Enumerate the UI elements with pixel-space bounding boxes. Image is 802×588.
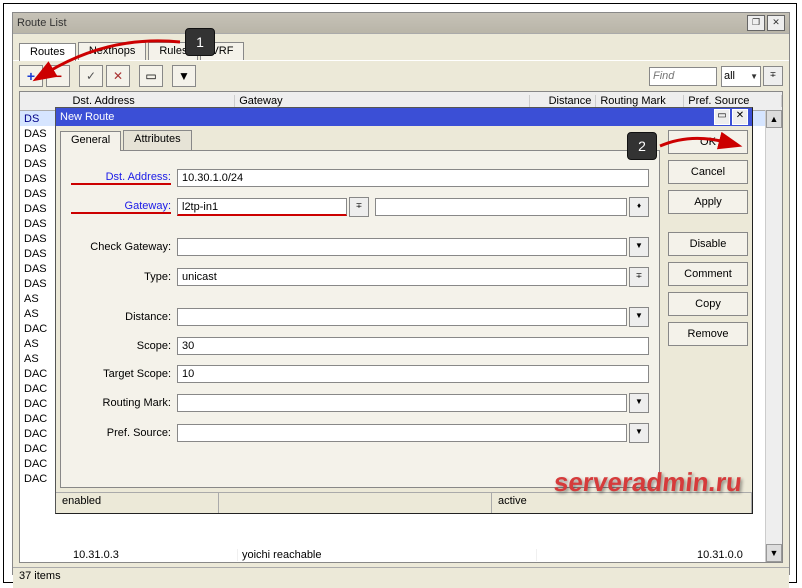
target-scope-input[interactable]: [177, 365, 649, 383]
annotation-arrow-2: [655, 128, 735, 158]
disable-button[interactable]: Disable: [668, 232, 748, 256]
filter-next-button[interactable]: ∓: [763, 66, 783, 86]
gateway-more-icon[interactable]: ♦: [629, 197, 649, 217]
scroll-down-icon[interactable]: ▼: [766, 544, 782, 562]
comment-button[interactable]: Comment: [668, 262, 748, 286]
new-route-title: New Route: [60, 111, 114, 123]
distance-toggle-icon[interactable]: ▼: [629, 307, 649, 327]
type-dropdown-icon[interactable]: ∓: [629, 267, 649, 287]
close-icon[interactable]: ✕: [732, 109, 748, 125]
label-distance: Distance:: [71, 311, 171, 323]
col-distance[interactable]: Distance: [530, 95, 596, 107]
label-pref-source: Pref. Source:: [71, 427, 171, 439]
new-route-statusbar: enabled active: [56, 492, 752, 513]
route-list-status: 37 items: [13, 567, 789, 588]
row-dst: 10.31.0.3: [73, 549, 119, 561]
annotation-badge-1: 1: [185, 28, 215, 56]
col-pref-source[interactable]: Pref. Source: [684, 95, 782, 107]
copy-button[interactable]: Copy: [668, 292, 748, 316]
general-panel: Dst. Address: Gateway: ∓ ♦ Check Gateway…: [60, 150, 660, 488]
col-dst-address[interactable]: Dst. Address: [68, 95, 235, 107]
close-button[interactable]: ✕: [767, 15, 785, 31]
filter-all-label: all: [724, 70, 735, 82]
gateway-dropdown-icon[interactable]: ∓: [349, 197, 369, 217]
status-empty: [219, 493, 492, 513]
distance-input[interactable]: [177, 308, 627, 326]
routing-mark-input[interactable]: [177, 394, 627, 412]
cancel-button[interactable]: Cancel: [668, 160, 748, 184]
new-route-tabs: General Attributes: [60, 130, 660, 150]
label-type: Type:: [71, 271, 171, 283]
route-list-title: Route List: [17, 17, 67, 29]
routing-mark-dropdown-icon[interactable]: ▼: [629, 393, 649, 413]
scope-input[interactable]: [177, 337, 649, 355]
dst-address-input[interactable]: [177, 169, 649, 187]
gateway-status-input[interactable]: [375, 198, 627, 216]
scroll-up-icon[interactable]: ▲: [766, 110, 782, 128]
gateway-input[interactable]: [177, 198, 347, 216]
row-ps: 10.31.0.0: [697, 549, 743, 561]
check-gateway-input[interactable]: [177, 238, 627, 256]
status-enabled: enabled: [56, 493, 219, 513]
label-check-gateway: Check Gateway:: [71, 241, 171, 253]
col-gateway[interactable]: Gateway: [235, 95, 530, 107]
row-gw: yoichi reachable: [242, 549, 322, 561]
label-target-scope: Target Scope:: [71, 368, 171, 380]
chevron-down-icon: ▼: [750, 72, 758, 81]
label-scope: Scope:: [71, 340, 171, 352]
pref-source-dropdown-icon[interactable]: ▼: [629, 423, 649, 443]
remove-button[interactable]: Remove: [668, 322, 748, 346]
status-active: active: [492, 493, 752, 513]
scrollbar-vertical[interactable]: ▲ ▼: [765, 110, 782, 562]
restore-button[interactable]: ❐: [747, 15, 765, 31]
check-gateway-dropdown-icon[interactable]: ▼: [629, 237, 649, 257]
filter-all-select[interactable]: all ▼: [721, 66, 761, 87]
annotation-badge-2: 2: [627, 132, 657, 160]
label-gateway[interactable]: Gateway:: [71, 200, 171, 214]
new-route-dialog: New Route ▭ ✕ General Attributes Dst. Ad…: [55, 107, 753, 514]
col-routing-mark[interactable]: Routing Mark: [596, 95, 684, 107]
tab-general[interactable]: General: [60, 131, 121, 151]
apply-button[interactable]: Apply: [668, 190, 748, 214]
label-dst-address[interactable]: Dst. Address:: [71, 171, 171, 185]
pref-source-input[interactable]: [177, 424, 627, 442]
label-routing-mark: Routing Mark:: [71, 397, 171, 409]
annotation-arrow-1: [30, 30, 190, 90]
status-item-count: 37 items: [19, 570, 61, 582]
dock-button[interactable]: ▭: [714, 109, 730, 125]
type-input[interactable]: [177, 268, 627, 286]
tab-attributes[interactable]: Attributes: [123, 130, 191, 150]
table-row[interactable]: 10.31.0.3 yoichi reachable 10.31.0.0: [20, 547, 783, 562]
dialog-buttons: OK Cancel Apply Disable Comment Copy Rem…: [668, 130, 748, 488]
new-route-titlebar: New Route ▭ ✕: [56, 108, 752, 126]
find-input[interactable]: [649, 67, 717, 86]
